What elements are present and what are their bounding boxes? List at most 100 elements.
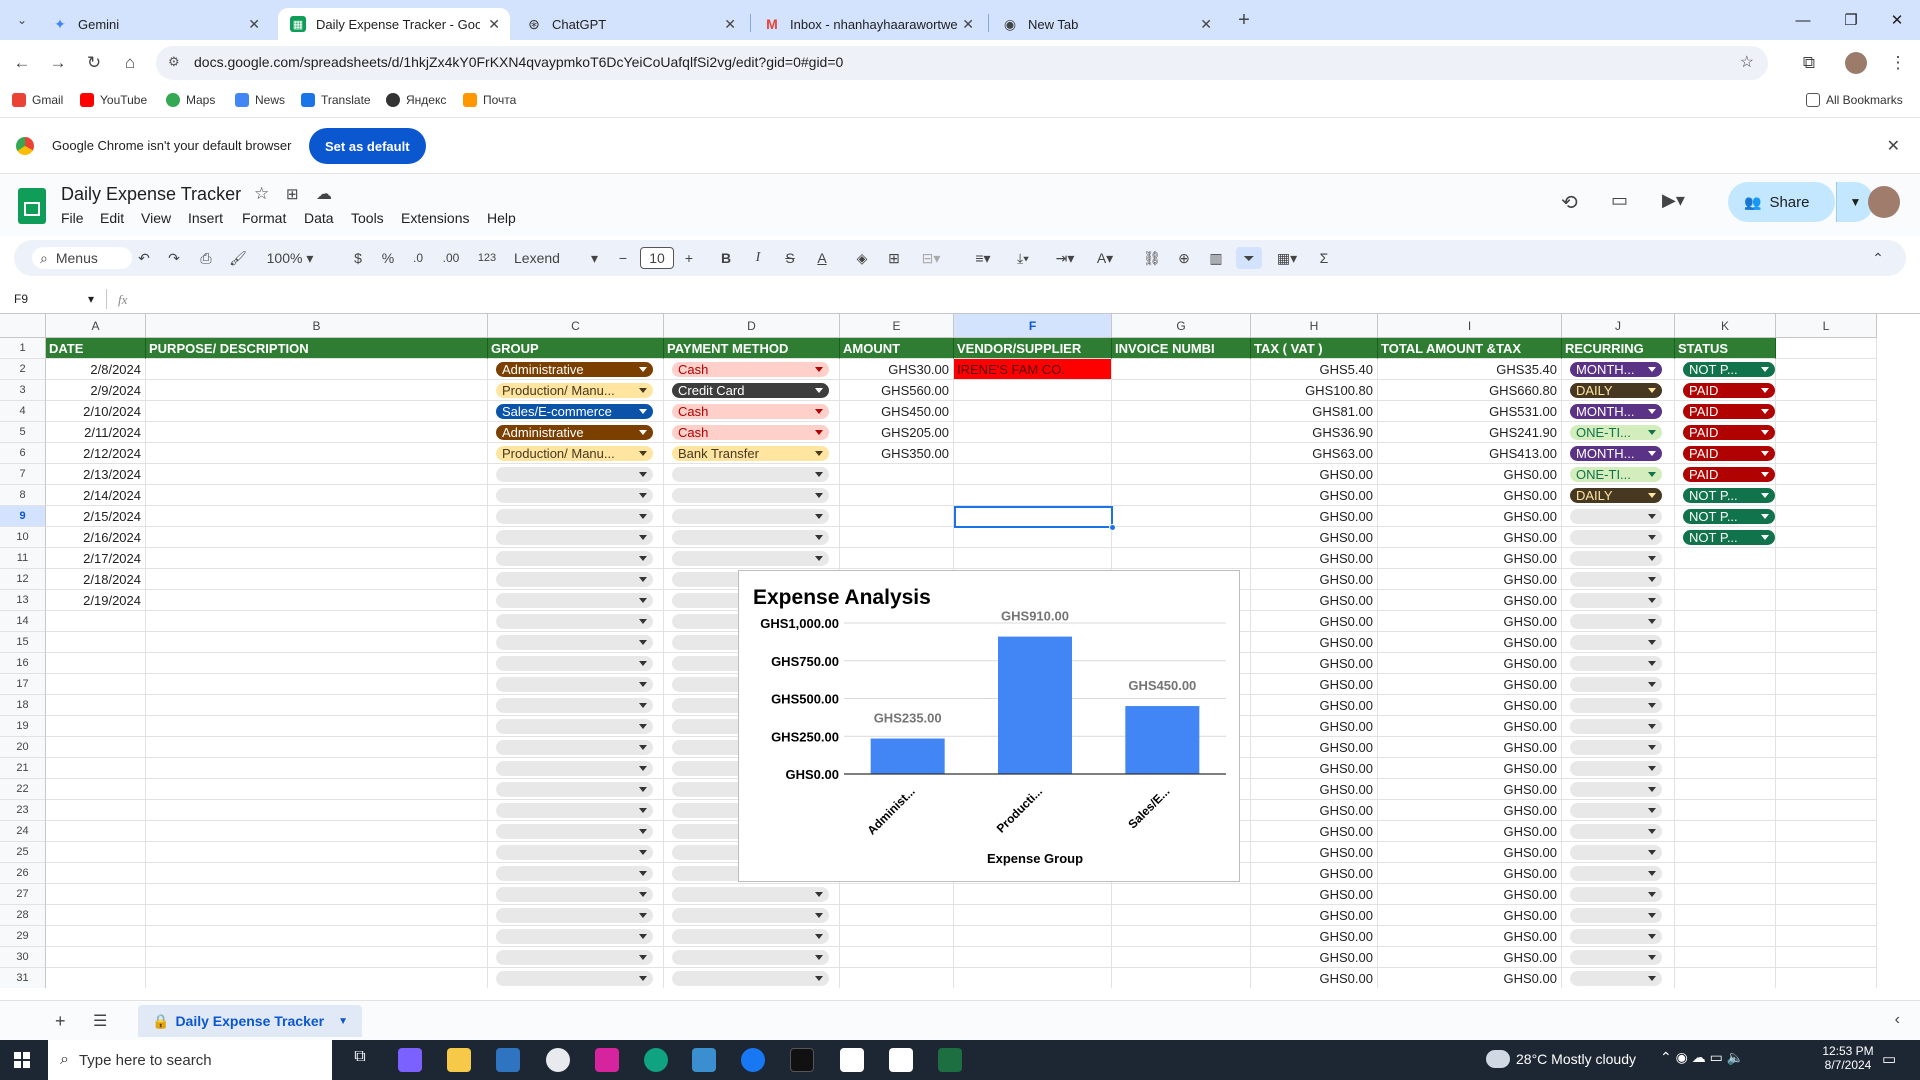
empty-dropdown[interactable] [1570, 929, 1662, 944]
dropdown-chip[interactable]: DAILY [1570, 383, 1662, 398]
comments-icon[interactable]: ▭ [1611, 190, 1628, 211]
row-header[interactable]: 3 [0, 380, 46, 401]
dropdown-chip[interactable]: NOT P... [1683, 530, 1775, 545]
chevron-down-icon[interactable] [639, 787, 647, 792]
chevron-down-icon[interactable] [1648, 829, 1656, 834]
chevron-down-icon[interactable] [639, 535, 647, 540]
grid-cell[interactable] [954, 527, 1112, 548]
chevron-down-icon[interactable] [1648, 682, 1656, 687]
row-header[interactable]: 28 [0, 905, 46, 926]
grid-cell[interactable] [146, 779, 488, 800]
column-header-g[interactable]: G [1112, 314, 1251, 338]
empty-dropdown[interactable] [496, 740, 653, 755]
grid-cell[interactable] [146, 464, 488, 485]
row-header[interactable]: 7 [0, 464, 46, 485]
grid-cell[interactable]: GHS0.00 [1251, 737, 1378, 758]
chevron-down-icon[interactable] [1761, 388, 1769, 393]
close-infobar-icon[interactable]: ✕ [1887, 136, 1900, 156]
row-header[interactable]: 8 [0, 485, 46, 506]
weather-text[interactable]: 28°C Mostly cloudy [1516, 1051, 1636, 1067]
grid-cell[interactable] [1776, 653, 1877, 674]
grid-cell[interactable] [46, 695, 146, 716]
grid-cell[interactable]: GHS0.00 [1378, 968, 1562, 988]
excel-icon[interactable] [938, 1048, 962, 1072]
grid-cell[interactable]: GHS0.00 [1378, 821, 1562, 842]
grid-cell[interactable] [146, 716, 488, 737]
capcut-icon[interactable] [790, 1048, 814, 1072]
grid-cell[interactable]: GHS81.00 [1251, 401, 1378, 422]
chevron-down-icon[interactable] [1648, 934, 1656, 939]
chevron-down-icon[interactable] [1648, 892, 1656, 897]
column-header-f[interactable]: F [954, 314, 1112, 338]
grid-cell[interactable]: GHS0.00 [1378, 590, 1562, 611]
reload-icon[interactable]: ↻ [80, 49, 108, 77]
increase-decimal-button[interactable]: .00 [436, 247, 466, 269]
grid-cell[interactable]: GHS0.00 [1378, 716, 1562, 737]
empty-dropdown[interactable] [496, 950, 653, 965]
dropdown-chip[interactable]: PAID [1683, 404, 1775, 419]
grid-cell[interactable] [1776, 863, 1877, 884]
grid-cell[interactable] [954, 443, 1112, 464]
dropdown-chip[interactable]: Production/ Manu... [496, 446, 653, 461]
grid-cell[interactable] [146, 926, 488, 947]
grid-cell[interactable] [146, 548, 488, 569]
chevron-down-icon[interactable] [639, 703, 647, 708]
text-color-icon[interactable]: A [810, 247, 834, 269]
empty-dropdown[interactable] [496, 761, 653, 776]
empty-dropdown[interactable] [672, 908, 829, 923]
chevron-down-icon[interactable] [639, 409, 647, 414]
grid-cell[interactable]: IRENE'S FAM CO. [954, 359, 1112, 380]
grid-cell[interactable] [1675, 653, 1776, 674]
minimize-icon[interactable]: — [1780, 0, 1826, 40]
chevron-down-icon[interactable] [815, 472, 823, 477]
bold-icon[interactable]: B [714, 247, 738, 269]
grid-cell[interactable] [840, 527, 954, 548]
grid-cell[interactable]: GHS100.80 [1251, 380, 1378, 401]
grid-cell[interactable] [146, 485, 488, 506]
grid-cell[interactable] [954, 947, 1112, 968]
grid-cell[interactable] [1675, 737, 1776, 758]
grid-cell[interactable] [954, 926, 1112, 947]
grid-cell[interactable]: GHS0.00 [1251, 947, 1378, 968]
empty-dropdown[interactable] [1570, 887, 1662, 902]
grid-cell[interactable] [1776, 527, 1877, 548]
grid-cell[interactable] [1112, 443, 1251, 464]
grid-cell[interactable] [840, 506, 954, 527]
grid-cell[interactable] [1776, 548, 1877, 569]
chevron-down-icon[interactable] [639, 556, 647, 561]
menu-search[interactable]: ⌕ Menus [32, 247, 132, 269]
dropdown-chip[interactable]: DAILY [1570, 488, 1662, 503]
chevron-down-icon[interactable] [1761, 472, 1769, 477]
grid-cell[interactable] [1675, 884, 1776, 905]
grid-cell[interactable]: GHS0.00 [1251, 758, 1378, 779]
grid-cell[interactable] [1776, 842, 1877, 863]
chevron-down-icon[interactable] [815, 913, 823, 918]
row-header[interactable]: 21 [0, 758, 46, 779]
empty-dropdown[interactable] [496, 824, 653, 839]
dropdown-chip[interactable]: NOT P... [1683, 509, 1775, 524]
extensions-icon[interactable]: ⧉ [1795, 49, 1823, 77]
bookmark-star-icon[interactable]: ☆ [1740, 52, 1754, 72]
grid-cell[interactable] [1675, 590, 1776, 611]
dropdown-chip[interactable]: NOT P... [1683, 488, 1775, 503]
empty-dropdown[interactable] [1570, 530, 1662, 545]
close-window-icon[interactable]: ✕ [1874, 0, 1920, 40]
font-size-input[interactable]: 10 [640, 247, 674, 269]
add-sheet-icon[interactable]: + [55, 1011, 66, 1032]
dropdown-chip[interactable]: NOT P... [1683, 362, 1775, 377]
grid-cell[interactable] [954, 884, 1112, 905]
grid-cell[interactable] [1112, 884, 1251, 905]
grid-cell[interactable] [46, 737, 146, 758]
collapse-toolbar-icon[interactable]: ⌃ [1866, 247, 1890, 269]
grid-cell[interactable]: GHS0.00 [1378, 611, 1562, 632]
header-cell[interactable]: GROUP [488, 338, 664, 359]
text-wrapping-icon[interactable]: ⇥▾ [1048, 247, 1082, 269]
empty-dropdown[interactable] [672, 467, 829, 482]
grid-cell[interactable] [146, 821, 488, 842]
header-cell[interactable]: RECURRING [1562, 338, 1675, 359]
grid-cell[interactable]: GHS660.80 [1378, 380, 1562, 401]
undo-icon[interactable]: ↶ [132, 247, 156, 269]
grid-cell[interactable]: 2/19/2024 [46, 590, 146, 611]
grid-cell[interactable] [1675, 695, 1776, 716]
grid-cell[interactable] [146, 842, 488, 863]
